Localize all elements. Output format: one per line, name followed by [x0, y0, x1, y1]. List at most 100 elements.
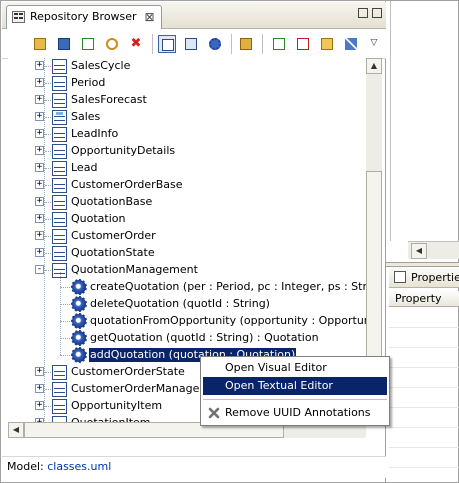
expand-toggle[interactable]: + — [35, 112, 44, 121]
expand-toggle[interactable]: + — [35, 214, 44, 223]
tree-guide-line — [45, 151, 51, 152]
view-menu-icon[interactable]: ▽ — [365, 35, 383, 53]
tree-class-row[interactable]: + CustomerOrder — [8, 228, 366, 245]
class-icon — [52, 127, 67, 142]
tree-item-label: Sales — [71, 110, 101, 123]
import-icon[interactable] — [270, 35, 288, 53]
tree-item-label: Period — [71, 76, 106, 89]
flat-layout-icon[interactable] — [158, 35, 176, 53]
expand-toggle[interactable]: + — [35, 367, 44, 376]
tree-class-row[interactable]: + Period — [8, 75, 366, 92]
property-header-label: Property — [395, 292, 442, 305]
menu-item-open-textual-editor[interactable]: Open Textual Editor — [203, 377, 387, 395]
operation-icon — [71, 347, 87, 363]
tree-item-label: Quotation — [71, 212, 126, 225]
grid-line — [389, 467, 459, 468]
tree-class-row[interactable]: + SalesCycle — [8, 58, 366, 75]
expand-toggle[interactable]: + — [35, 78, 44, 87]
wand-icon[interactable] — [342, 35, 360, 53]
grid-line — [389, 327, 459, 328]
export-icon[interactable] — [294, 35, 312, 53]
tree-operation-row[interactable]: deleteQuotation (quotId : String) — [8, 296, 366, 313]
tree-class-row[interactable]: + Lead — [8, 160, 366, 177]
tree-item-label: QuotationState — [71, 246, 155, 259]
class-icon — [52, 246, 67, 261]
tree-guide-line — [45, 168, 51, 169]
scroll-left-button[interactable]: ◀ — [411, 243, 427, 259]
tree-class-row[interactable]: + OpportunityDetails — [8, 143, 366, 160]
lock-icon[interactable] — [237, 35, 255, 53]
tree-item-label: SalesCycle — [71, 59, 131, 72]
settings-icon[interactable] — [206, 35, 224, 53]
grid-line — [389, 347, 459, 348]
new-package-icon[interactable] — [55, 35, 73, 53]
view-controls — [354, 8, 382, 21]
tree-item-label: OpportunityDetails — [71, 144, 176, 157]
menu-item-remove-uuid-annotations[interactable]: Remove UUID Annotations — [203, 404, 387, 422]
properties-tab[interactable]: Properties — [389, 267, 459, 288]
tree-class-row[interactable]: + QuotationState — [8, 245, 366, 262]
tree-guide-line — [45, 185, 51, 186]
expand-toggle[interactable]: + — [35, 95, 44, 104]
tree-guide-line — [45, 100, 51, 101]
properties-icon[interactable] — [79, 35, 97, 53]
expand-toggle[interactable]: + — [35, 129, 44, 138]
class-icon — [52, 144, 67, 159]
expand-toggle[interactable]: + — [35, 180, 44, 189]
tree-item-label: createQuotation (per : Period, pc : Inte… — [90, 280, 366, 293]
tree-guide-line — [45, 253, 51, 254]
expand-toggle[interactable]: + — [35, 61, 44, 70]
tree-class-row[interactable]: + Quotation — [8, 211, 366, 228]
expand-toggle[interactable]: + — [35, 231, 44, 240]
open-icon[interactable] — [31, 35, 49, 53]
toolbar-separator — [262, 34, 263, 54]
tree-class-row[interactable]: + QuotationBase — [8, 194, 366, 211]
class-icon — [52, 93, 67, 108]
minimize-icon[interactable] — [358, 8, 368, 18]
collapse-toggle[interactable]: - — [35, 265, 44, 274]
tree-class-row[interactable]: - QuotationManagement — [8, 262, 366, 279]
toolbar-separator — [231, 34, 232, 54]
tree-operation-row[interactable]: quotationFromOpportunity (opportunity : … — [8, 313, 366, 330]
tree-operation-row[interactable]: getQuotation (quotId : String) : Quotati… — [8, 330, 366, 347]
folder-icon[interactable] — [318, 35, 336, 53]
operation-icon — [71, 279, 87, 295]
menu-item-label: Open Visual Editor — [225, 361, 327, 374]
menu-item-open-visual-editor[interactable]: Open Visual Editor — [203, 359, 387, 377]
class-icon — [52, 399, 67, 414]
tree-item-label: quotationFromOpportunity (opportunity : … — [90, 314, 366, 327]
editor-hscrollbar[interactable]: ◀ — [408, 241, 459, 259]
expand-toggle[interactable]: + — [35, 384, 44, 393]
expand-toggle[interactable]: + — [35, 163, 44, 172]
repository-browser-tab[interactable]: Repository Browser ⊠ — [6, 5, 162, 29]
tree-class-row[interactable]: + SalesForecast — [8, 92, 366, 109]
close-icon[interactable]: ⊠ — [145, 6, 155, 28]
expand-toggle[interactable]: + — [35, 146, 44, 155]
tree-item-label: LeadInfo — [71, 127, 119, 140]
hierarchical-layout-icon[interactable] — [182, 35, 200, 53]
expand-toggle[interactable]: + — [35, 248, 44, 257]
tree-class-row[interactable]: + Sales — [8, 109, 366, 126]
tree-class-row[interactable]: + LeadInfo — [8, 126, 366, 143]
expand-toggle[interactable]: + — [35, 401, 44, 410]
tree-guide-line — [45, 202, 51, 203]
property-column-header[interactable]: Property — [389, 291, 459, 307]
maximize-icon[interactable] — [372, 8, 382, 18]
delete-icon[interactable]: ✖ — [127, 35, 145, 53]
class-icon — [52, 365, 67, 380]
refresh-icon[interactable] — [103, 35, 121, 53]
tree-item-label: SalesForecast — [71, 93, 147, 106]
expand-toggle[interactable]: + — [35, 197, 44, 206]
model-link[interactable]: classes.uml — [47, 460, 111, 473]
menu-item-label: Remove UUID Annotations — [225, 406, 371, 419]
tree-operation-row[interactable]: createQuotation (per : Period, pc : Inte… — [8, 279, 366, 296]
context-menu: Open Visual Editor Open Textual Editor R… — [200, 356, 390, 426]
scroll-up-button[interactable]: ▲ — [366, 58, 382, 74]
tree-item-label: CustomerOrderBase — [71, 178, 183, 191]
tree-item-label: CustomerOrder — [71, 229, 156, 242]
operation-icon — [71, 313, 87, 329]
tree-class-row[interactable]: + CustomerOrderBase — [8, 177, 366, 194]
class-icon — [52, 110, 67, 125]
status-label: Model: — [7, 460, 44, 473]
scroll-left-button[interactable]: ◀ — [8, 422, 24, 438]
